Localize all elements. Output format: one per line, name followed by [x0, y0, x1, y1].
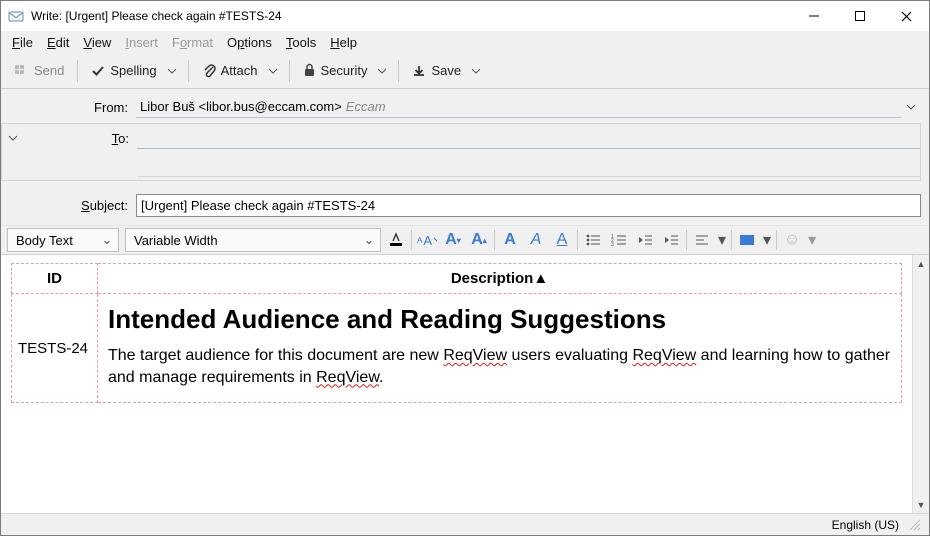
- from-account: Eccam: [346, 99, 386, 114]
- insert-object-button[interactable]: [737, 229, 757, 251]
- col-id: ID: [12, 264, 98, 294]
- col-description: Description▲: [98, 264, 902, 294]
- from-dropdown[interactable]: [901, 102, 921, 112]
- save-label: Save: [431, 63, 461, 78]
- paragraph-style-combo[interactable]: Body Text ⌄: [7, 228, 119, 252]
- toolbar-sep: [188, 60, 189, 82]
- maximize-button[interactable]: [837, 1, 883, 31]
- toolbar-sep: [77, 60, 78, 82]
- security-dropdown[interactable]: [373, 67, 391, 75]
- menu-help[interactable]: Help: [323, 34, 364, 51]
- check-icon: [91, 64, 105, 78]
- cell-description[interactable]: Intended Audience and Reading Suggestion…: [98, 294, 902, 403]
- insert-object-dropdown[interactable]: ▾: [763, 230, 771, 250]
- emoji-dropdown[interactable]: ▾: [808, 230, 816, 250]
- security-label: Security: [321, 63, 368, 78]
- chevron-down-icon: ⌄: [362, 232, 376, 248]
- lock-icon: [303, 63, 316, 78]
- editor-area: ID Description▲ TESTS-24 Intended Audien…: [1, 255, 929, 513]
- subject-row: Subject:: [1, 191, 921, 219]
- send-icon: [13, 63, 29, 79]
- scroll-up-icon[interactable]: ▲: [913, 255, 929, 272]
- window-title: Write: [Urgent] Please check again #TEST…: [31, 9, 791, 23]
- app-envelope-icon: [7, 7, 25, 25]
- to-input[interactable]: [137, 127, 920, 149]
- table-header-row: ID Description▲: [12, 264, 902, 294]
- underline-button[interactable]: A: [552, 229, 572, 251]
- menu-insert[interactable]: Insert: [118, 34, 165, 51]
- menu-edit[interactable]: Edit: [40, 34, 76, 51]
- spelling-dropdown[interactable]: [163, 67, 181, 75]
- close-button[interactable]: [883, 1, 929, 31]
- outdent-button[interactable]: [635, 229, 655, 251]
- attach-button[interactable]: Attach: [196, 59, 264, 83]
- italic-button[interactable]: A: [526, 229, 546, 251]
- font-family-combo[interactable]: Variable Width ⌄: [125, 228, 381, 252]
- security-button[interactable]: Security: [297, 59, 374, 82]
- table-row: TESTS-24 Intended Audience and Reading S…: [12, 294, 902, 403]
- menubar: File Edit View Insert Format Options Too…: [1, 31, 929, 53]
- send-label: Send: [34, 63, 64, 78]
- main-toolbar: Send Spelling Attach Security Save: [1, 53, 929, 89]
- attach-dropdown[interactable]: [264, 67, 282, 75]
- menu-file[interactable]: File: [5, 34, 40, 51]
- save-dropdown[interactable]: [467, 67, 485, 75]
- font-size-chooser[interactable]: AA: [417, 229, 437, 251]
- subject-input[interactable]: [136, 194, 921, 217]
- font-family-value: Variable Width: [134, 233, 362, 248]
- statusbar: English (US): [1, 513, 929, 535]
- toolbar-sep: [398, 60, 399, 82]
- spelling-label: Spelling: [110, 63, 156, 78]
- recipients-expand[interactable]: [2, 124, 24, 152]
- scroll-down-icon[interactable]: ▼: [913, 496, 929, 513]
- from-label: From:: [1, 100, 136, 115]
- recipients-block: To:: [1, 123, 921, 181]
- minimize-button[interactable]: [791, 1, 837, 31]
- requirements-table: ID Description▲ TESTS-24 Intended Audien…: [11, 263, 902, 403]
- send-button[interactable]: Send: [7, 59, 70, 83]
- attach-label: Attach: [221, 63, 258, 78]
- resize-grip-icon[interactable]: [907, 517, 923, 533]
- from-identity: Libor Buš <libor.bus@eccam.com>: [140, 99, 342, 114]
- paragraph-style-value: Body Text: [16, 233, 100, 248]
- numbered-list-button[interactable]: 123: [609, 229, 629, 251]
- decrease-font-button[interactable]: A▾: [443, 229, 463, 251]
- to-input-extra[interactable]: [137, 155, 920, 177]
- language-indicator[interactable]: English (US): [832, 518, 899, 532]
- menu-tools[interactable]: Tools: [279, 34, 323, 51]
- menu-options[interactable]: Options: [220, 34, 279, 51]
- svg-text:3: 3: [611, 242, 614, 247]
- row-heading: Intended Audience and Reading Suggestion…: [108, 304, 891, 335]
- menu-view[interactable]: View: [76, 34, 118, 51]
- bullet-list-button[interactable]: [583, 229, 603, 251]
- from-row: From: Libor Buš <libor.bus@eccam.com> Ec…: [1, 93, 921, 121]
- vertical-scrollbar[interactable]: ▲ ▼: [912, 255, 929, 513]
- format-toolbar: Body Text ⌄ Variable Width ⌄ AA A▾ A▴ A …: [1, 225, 929, 255]
- to-label[interactable]: To:: [24, 131, 137, 146]
- window-titlebar: Write: [Urgent] Please check again #TEST…: [1, 1, 929, 31]
- indent-button[interactable]: [661, 229, 681, 251]
- cell-id[interactable]: TESTS-24: [12, 294, 98, 403]
- spelling-button[interactable]: Spelling: [85, 59, 162, 82]
- increase-font-button[interactable]: A▴: [469, 229, 489, 251]
- menu-format[interactable]: Format: [165, 34, 220, 51]
- row-paragraph: The target audience for this document ar…: [108, 345, 891, 388]
- bold-button[interactable]: A: [500, 229, 520, 251]
- subject-label: Subject:: [1, 198, 136, 213]
- window-controls: [791, 1, 929, 31]
- from-identity-picker[interactable]: Libor Buš <libor.bus@eccam.com> Eccam: [136, 96, 901, 118]
- download-icon: [412, 64, 426, 78]
- compose-headers: From: Libor Buš <libor.bus@eccam.com> Ec…: [1, 89, 929, 225]
- save-button[interactable]: Save: [406, 59, 467, 82]
- message-body[interactable]: ID Description▲ TESTS-24 Intended Audien…: [1, 255, 912, 513]
- emoji-button[interactable]: ☺: [782, 229, 802, 251]
- paperclip-icon: [202, 63, 216, 79]
- align-button[interactable]: [692, 229, 712, 251]
- chevron-down-icon: ⌄: [100, 232, 114, 248]
- toolbar-sep: [289, 60, 290, 82]
- align-dropdown[interactable]: ▾: [718, 230, 726, 250]
- text-color-button[interactable]: [386, 229, 406, 251]
